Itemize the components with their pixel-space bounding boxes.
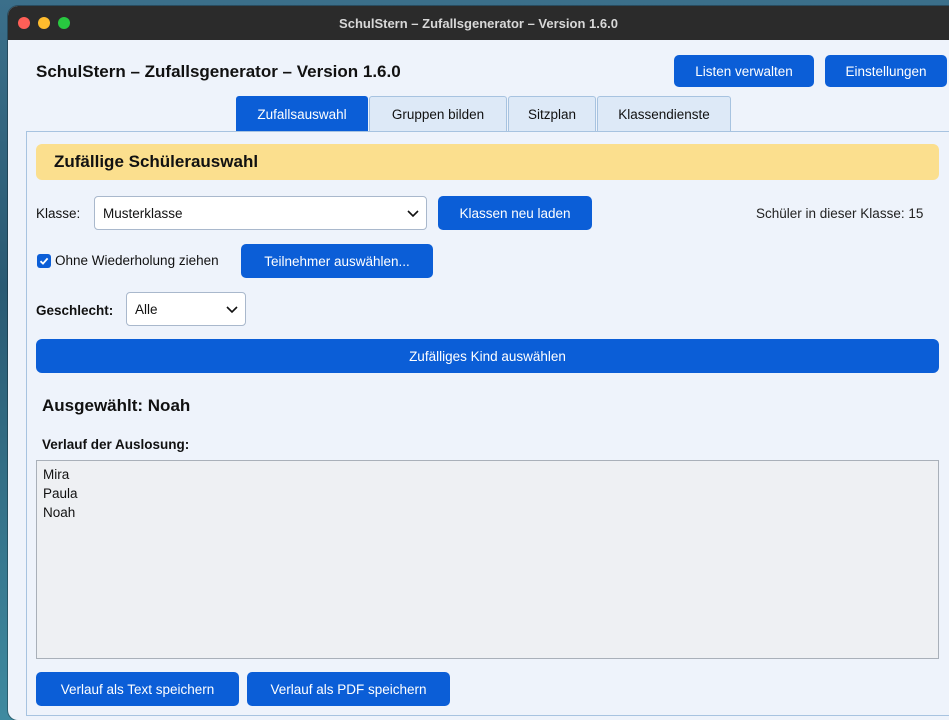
save-history-pdf-button[interactable]: Verlauf als PDF speichern: [247, 672, 450, 706]
maximize-window-button[interactable]: [58, 17, 70, 29]
gender-select-value: Alle: [135, 301, 158, 317]
list-item: Mira: [43, 467, 70, 482]
settings-button[interactable]: Einstellungen: [825, 55, 947, 87]
reload-classes-button[interactable]: Klassen neu laden: [438, 196, 592, 230]
tab-sitzplan[interactable]: Sitzplan: [508, 96, 596, 132]
page-title: SchulStern – Zufallsgenerator – Version …: [36, 62, 401, 81]
chevron-down-icon: [226, 306, 238, 314]
list-item: Noah: [43, 505, 76, 520]
manage-lists-button[interactable]: Listen verwalten: [674, 55, 814, 87]
selected-student: Ausgewählt: Noah: [42, 396, 191, 415]
history-list[interactable]: Mira Paula Noah: [36, 460, 939, 659]
student-count: Schüler in dieser Klasse: 15: [756, 206, 924, 221]
app-header: SchulStern – Zufallsgenerator – Version …: [8, 40, 949, 96]
window-title: SchulStern – Zufallsgenerator – Version …: [339, 15, 618, 31]
class-select[interactable]: Musterklasse: [94, 196, 427, 230]
history-label: Verlauf der Auslosung:: [42, 437, 190, 452]
save-history-text-button[interactable]: Verlauf als Text speichern: [36, 672, 239, 706]
tab-zufallsauswahl[interactable]: Zufallsauswahl: [236, 96, 368, 132]
app-window: SchulStern – Zufallsgenerator – Version …: [8, 6, 949, 720]
close-window-button[interactable]: [18, 17, 30, 29]
minimize-window-button[interactable]: [38, 17, 50, 29]
no-repeat-label[interactable]: Ohne Wiederholung ziehen: [55, 253, 219, 268]
select-participants-button[interactable]: Teilnehmer auswählen...: [241, 244, 433, 278]
gender-label: Geschlecht:: [36, 303, 114, 318]
gender-select[interactable]: Alle: [126, 292, 246, 326]
class-select-value: Musterklasse: [103, 205, 183, 221]
list-item: Paula: [43, 486, 78, 501]
pick-random-child-button[interactable]: Zufälliges Kind auswählen: [36, 339, 939, 373]
tab-gruppen-bilden[interactable]: Gruppen bilden: [369, 96, 507, 132]
class-label: Klasse:: [36, 206, 81, 221]
tab-content-panel: Zufällige Schülerauswahl Klasse: Musterk…: [26, 131, 949, 716]
window-controls: [18, 17, 70, 29]
checkmark-icon: [39, 257, 49, 265]
no-repeat-checkbox[interactable]: [37, 254, 51, 268]
title-bar: SchulStern – Zufallsgenerator – Version …: [8, 6, 949, 40]
section-title: Zufällige Schülerauswahl: [36, 144, 939, 180]
tab-bar: Zufallsauswahl Gruppen bilden Sitzplan K…: [8, 96, 949, 132]
chevron-down-icon: [407, 210, 419, 218]
tab-klassendienste[interactable]: Klassendienste: [597, 96, 731, 132]
